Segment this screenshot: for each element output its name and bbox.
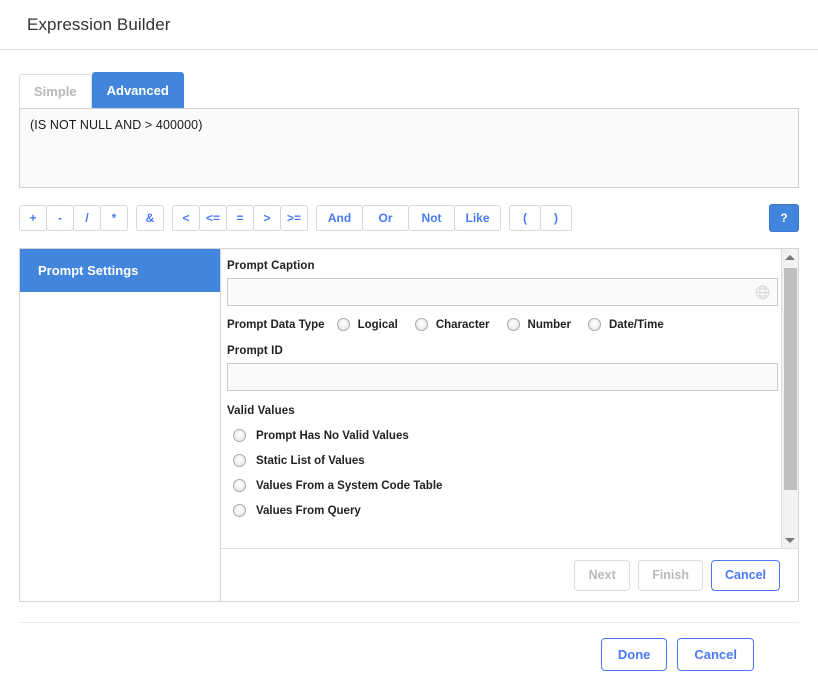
operator-minus-button[interactable]: - — [46, 205, 74, 231]
expression-textarea[interactable]: (IS NOT NULL AND > 400000) — [19, 108, 799, 188]
prompt-data-type-option-label: Date/Time — [608, 318, 664, 331]
prompt-data-type-option-label: Number — [527, 318, 571, 331]
paren-operator-group: ( ) — [509, 205, 573, 231]
logical-operator-group: And Or Not Like — [316, 205, 502, 231]
done-button[interactable]: Done — [600, 638, 668, 671]
scrollbar-thumb[interactable] — [783, 268, 797, 490]
valid-values-option-label: Values From Query — [256, 504, 361, 517]
wizard-form: Prompt Caption Prompt Data Type Logical … — [221, 249, 798, 548]
radio-no-valid-values-icon[interactable] — [233, 429, 246, 442]
prompt-data-type-option-logical[interactable]: Logical — [336, 318, 398, 331]
operator-multiply-button[interactable]: * — [100, 205, 128, 231]
prompt-caption-label: Prompt Caption — [227, 260, 315, 272]
prompt-id-input[interactable] — [227, 363, 778, 391]
radio-number-icon[interactable] — [506, 318, 520, 331]
prompt-data-type-option-label: Character — [435, 318, 490, 331]
wizard-content: Prompt Caption Prompt Data Type Logical … — [221, 249, 798, 601]
globe-icon[interactable] — [754, 284, 771, 301]
operator-close-paren-button[interactable]: ) — [540, 205, 573, 231]
valid-values-label: Valid Values — [227, 405, 295, 417]
prompt-data-type-group: Prompt Data Type Logical Character Numbe… — [227, 318, 778, 331]
prompt-caption-input[interactable] — [227, 278, 778, 306]
form-vertical-scrollbar[interactable] — [781, 249, 798, 548]
dialog-body: Simple Advanced (IS NOT NULL AND > 40000… — [0, 50, 818, 671]
operator-plus-button[interactable]: + — [19, 205, 47, 231]
dialog-cancel-button[interactable]: Cancel — [677, 638, 754, 671]
sidebar-item-prompt-settings[interactable]: Prompt Settings — [20, 249, 220, 292]
scrollbar-track[interactable] — [782, 265, 799, 532]
operator-not-button[interactable]: Not — [408, 205, 456, 231]
operator-less-than-equal-button[interactable]: <= — [199, 205, 228, 231]
operator-less-than-button[interactable]: < — [172, 205, 200, 231]
operator-toolbar: + - / * & < <= = > >= And Or Not Like (… — [19, 204, 799, 232]
operator-divide-button[interactable]: / — [73, 205, 101, 231]
valid-values-option-from-query[interactable]: Values From Query — [227, 504, 778, 517]
prompt-data-type-label: Prompt Data Type — [227, 318, 325, 331]
prompt-data-type-option-character[interactable]: Character — [414, 318, 490, 331]
valid-values-option-static-list[interactable]: Static List of Values — [227, 454, 778, 467]
finish-button[interactable]: Finish — [638, 559, 703, 591]
help-button[interactable]: ? — [769, 204, 799, 232]
wizard-footer: Next Finish Cancel — [221, 548, 798, 601]
expression-builder-dialog: Expression Builder Simple Advanced (IS N… — [0, 0, 818, 681]
wizard-nav-list: Prompt Settings — [20, 249, 221, 601]
dialog-titlebar: Expression Builder — [0, 0, 818, 50]
operator-or-button[interactable]: Or — [362, 205, 410, 231]
operator-equals-button[interactable]: = — [226, 205, 255, 231]
valid-values-option-label: Static List of Values — [256, 454, 365, 467]
radio-datetime-icon[interactable] — [587, 318, 601, 331]
prompt-data-type-option-number[interactable]: Number — [506, 318, 571, 331]
valid-values-option-no-valid-values[interactable]: Prompt Has No Valid Values — [227, 429, 778, 442]
valid-values-option-label: Prompt Has No Valid Values — [256, 429, 409, 442]
mode-tabs: Simple Advanced — [19, 72, 799, 108]
valid-values-option-label: Values From a System Code Table — [256, 479, 443, 492]
tab-simple[interactable]: Simple — [19, 74, 92, 108]
concat-operator-group: & — [136, 205, 164, 231]
dialog-footer: Done Cancel — [19, 622, 799, 671]
radio-logical-icon[interactable] — [336, 318, 350, 331]
prompt-wizard-panel: Prompt Settings Prompt Caption Prompt Da… — [19, 248, 799, 602]
operator-greater-than-button[interactable]: > — [253, 205, 282, 231]
wizard-cancel-button[interactable]: Cancel — [711, 559, 780, 591]
radio-system-code-table-icon[interactable] — [233, 479, 246, 492]
prompt-caption-field-group: Prompt Caption — [227, 260, 778, 306]
operator-like-button[interactable]: Like — [454, 205, 502, 231]
prompt-id-field-group: Prompt ID — [227, 345, 778, 391]
radio-character-icon[interactable] — [414, 318, 428, 331]
valid-values-option-system-code-table[interactable]: Values From a System Code Table — [227, 479, 778, 492]
operator-greater-than-equal-button[interactable]: >= — [280, 205, 309, 231]
radio-static-list-icon[interactable] — [233, 454, 246, 467]
radio-from-query-icon[interactable] — [233, 504, 246, 517]
prompt-data-type-option-datetime[interactable]: Date/Time — [587, 318, 664, 331]
arithmetic-operator-group: + - / * — [19, 205, 128, 231]
operator-ampersand-button[interactable]: & — [136, 205, 164, 231]
scroll-down-arrow-icon[interactable] — [782, 532, 799, 548]
next-button[interactable]: Next — [574, 559, 631, 591]
page-title: Expression Builder — [27, 14, 171, 34]
comparison-operator-group: < <= = > >= — [172, 205, 309, 231]
prompt-id-label: Prompt ID — [227, 345, 283, 357]
prompt-data-type-option-label: Logical — [357, 318, 398, 331]
tab-advanced[interactable]: Advanced — [91, 72, 184, 108]
operator-and-button[interactable]: And — [316, 205, 364, 231]
operator-open-paren-button[interactable]: ( — [509, 205, 542, 231]
scroll-up-arrow-icon[interactable] — [782, 249, 799, 265]
